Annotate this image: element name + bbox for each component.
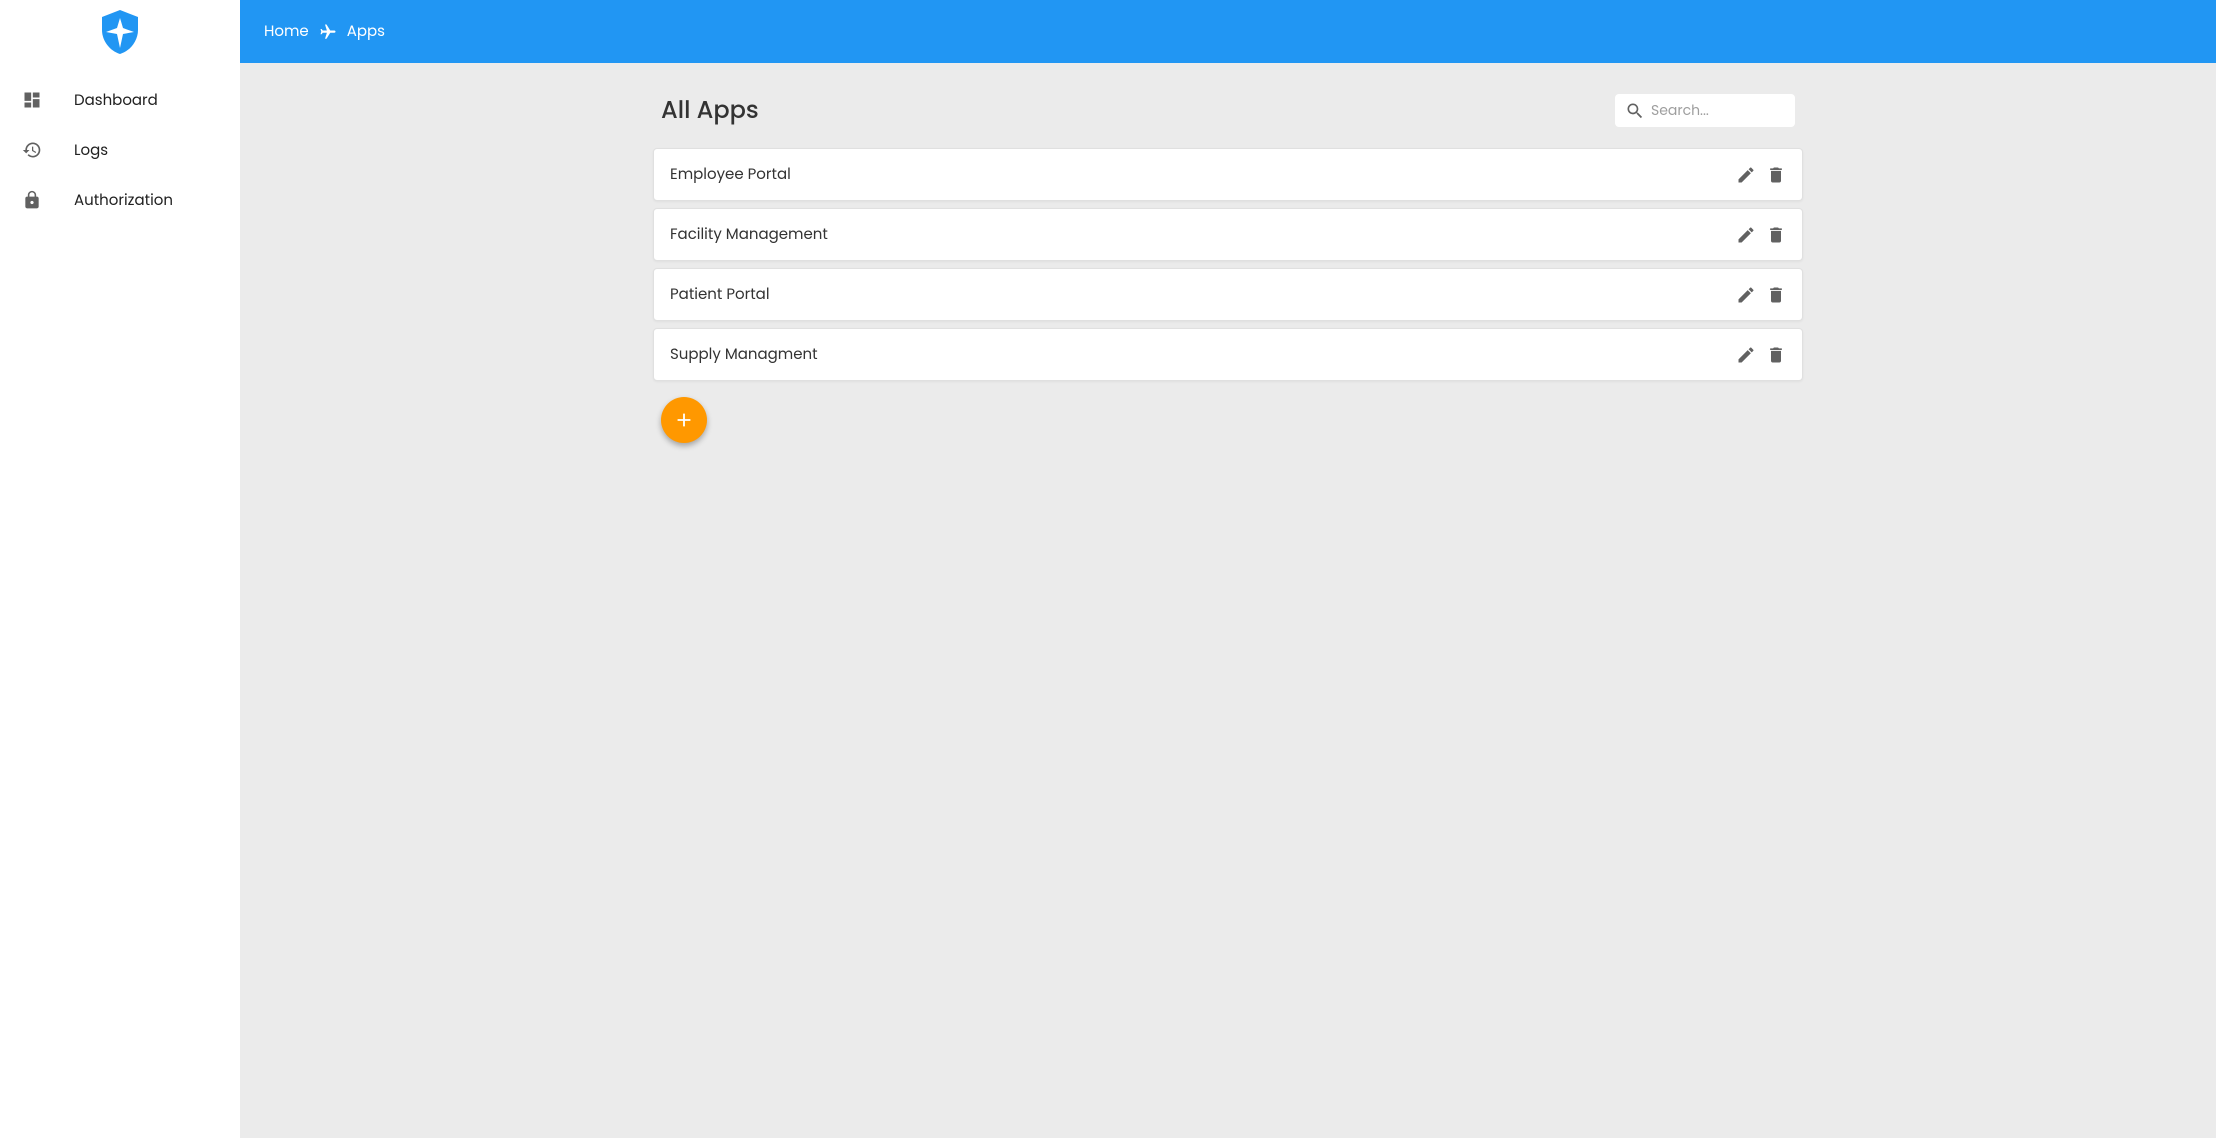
breadcrumb-home[interactable]: Home xyxy=(264,20,309,43)
app-name: Facility Management xyxy=(670,223,828,246)
edit-icon[interactable] xyxy=(1736,225,1756,245)
sidebar-item-label: Dashboard xyxy=(74,89,158,112)
app-list: Employee Portal Facility Management xyxy=(653,148,1803,381)
plane-icon xyxy=(319,23,337,41)
edit-icon[interactable] xyxy=(1736,165,1756,185)
add-app-button[interactable] xyxy=(661,397,707,443)
app-name: Employee Portal xyxy=(670,163,791,186)
sidebar-item-dashboard[interactable]: Dashboard xyxy=(0,75,240,125)
delete-icon[interactable] xyxy=(1766,345,1786,365)
shield-plane-icon xyxy=(96,8,144,56)
sidebar-item-logs[interactable]: Logs xyxy=(0,125,240,175)
list-item[interactable]: Facility Management xyxy=(653,208,1803,261)
header-row: All Apps xyxy=(653,93,1803,128)
list-item[interactable]: Supply Managment xyxy=(653,328,1803,381)
delete-icon[interactable] xyxy=(1766,165,1786,185)
search-input[interactable] xyxy=(1651,100,1922,121)
sidebar-item-authorization[interactable]: Authorization xyxy=(0,175,240,225)
list-item[interactable]: Patient Portal xyxy=(653,268,1803,321)
app-actions xyxy=(1736,345,1786,365)
app-actions xyxy=(1736,165,1786,185)
topbar: Home Apps xyxy=(240,0,2216,63)
content-area: All Apps Employee Portal xyxy=(240,63,2216,1138)
app-actions xyxy=(1736,225,1786,245)
sidebar: Dashboard Logs Authorization xyxy=(0,0,240,1138)
history-icon xyxy=(20,138,44,162)
dashboard-icon xyxy=(20,88,44,112)
edit-icon[interactable] xyxy=(1736,345,1756,365)
app-actions xyxy=(1736,285,1786,305)
sidebar-item-label: Authorization xyxy=(74,189,173,212)
page-title: All Apps xyxy=(661,93,759,128)
logo[interactable] xyxy=(0,0,240,63)
edit-icon[interactable] xyxy=(1736,285,1756,305)
search-icon xyxy=(1625,101,1645,121)
plus-icon xyxy=(673,409,695,431)
app-name: Supply Managment xyxy=(670,343,818,366)
list-item[interactable]: Employee Portal xyxy=(653,148,1803,201)
lock-icon xyxy=(20,188,44,212)
search-box[interactable] xyxy=(1615,94,1795,127)
sidebar-item-label: Logs xyxy=(74,139,108,162)
breadcrumb: Home Apps xyxy=(264,20,385,43)
delete-icon[interactable] xyxy=(1766,225,1786,245)
breadcrumb-current: Apps xyxy=(347,20,385,43)
main-content: Home Apps All Apps xyxy=(240,0,2216,1138)
delete-icon[interactable] xyxy=(1766,285,1786,305)
app-name: Patient Portal xyxy=(670,283,770,306)
nav-list: Dashboard Logs Authorization xyxy=(0,63,240,225)
